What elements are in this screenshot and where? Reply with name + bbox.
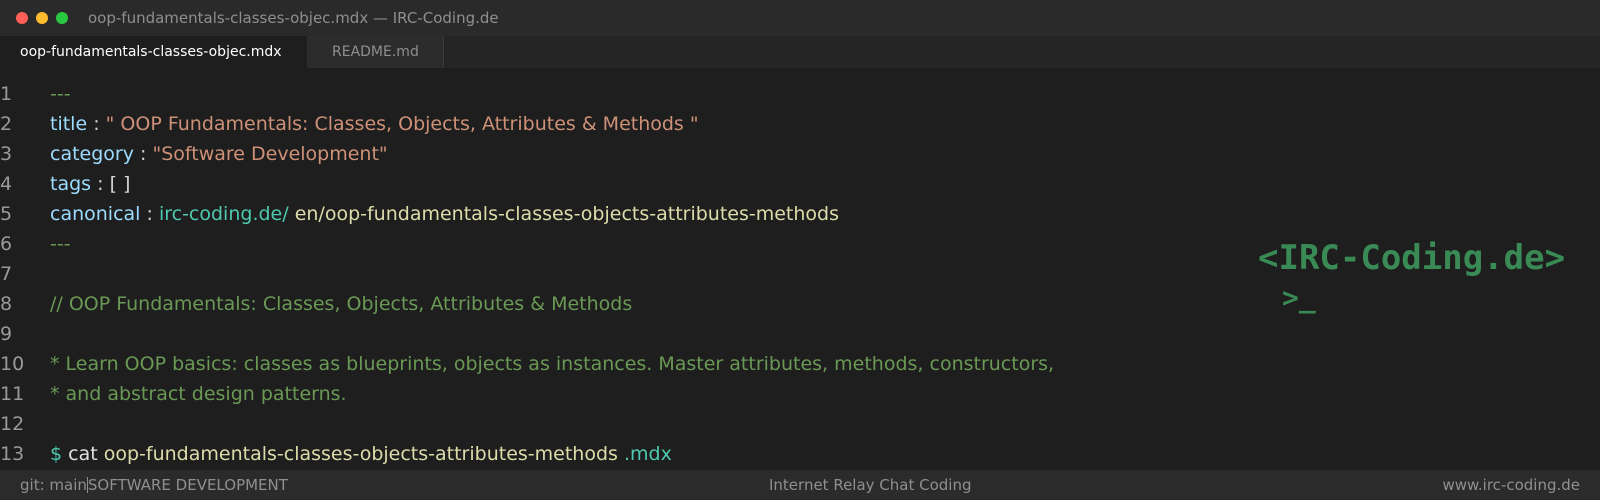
canonical-path: en/oop-fundamentals-classes-objects-attr… — [294, 203, 839, 225]
git-branch[interactable]: git: main — [20, 476, 87, 494]
separator: : — [93, 113, 100, 135]
tags-key: tags — [50, 173, 92, 195]
comment-line: // OOP Fundamentals: Classes, Objects, A… — [50, 293, 633, 315]
line-number: 8 — [0, 293, 13, 315]
status-category: SOFTWARE DEVELOPMENT — [87, 476, 288, 494]
minimize-window-button[interactable] — [36, 12, 48, 24]
description-line-1: * Learn OOP basics: classes as blueprint… — [50, 353, 1055, 375]
canonical-domain: irc-coding.de/ — [158, 203, 289, 225]
description-line-2: * and abstract design patterns. — [50, 383, 347, 405]
terminal-cursor-icon: >_ — [1282, 281, 1316, 314]
title-key: title — [50, 113, 88, 135]
tags-value: [ ] — [109, 173, 131, 195]
terminal-extension: .mdx — [623, 443, 672, 465]
line-number: 1 — [0, 83, 13, 105]
line-number: 10 — [0, 353, 25, 375]
terminal-prompt: $ — [50, 443, 63, 465]
tab-bar: oop-fundamentals-classes-objec.mdx READM… — [0, 36, 1600, 68]
canonical-key: canonical — [50, 203, 141, 225]
frontmatter-delimiter: --- — [50, 233, 71, 255]
line-number: 3 — [0, 143, 13, 165]
code-editor[interactable]: 1 --- 2 title : " OOP Fundamentals: Clas… — [0, 68, 1600, 470]
terminal-command: cat — [68, 443, 98, 465]
line-number: 7 — [0, 263, 13, 285]
separator: : — [146, 203, 153, 225]
window-title: oop-fundamentals-classes-objec.mdx — IRC… — [88, 9, 499, 27]
status-bar: git: mainSOFTWARE DEVELOPMENT Internet R… — [0, 470, 1600, 500]
line-number: 4 — [0, 173, 13, 195]
line-number: 9 — [0, 323, 13, 345]
title-value: " OOP Fundamentals: Classes, Objects, At… — [105, 113, 699, 135]
status-left: git: mainSOFTWARE DEVELOPMENT — [20, 470, 288, 500]
frontmatter-delimiter: --- — [50, 83, 71, 105]
line-number: 11 — [0, 383, 25, 405]
title-bar: oop-fundamentals-classes-objec.mdx — IRC… — [0, 0, 1600, 36]
category-value: "Software Development" — [152, 143, 388, 165]
close-window-button[interactable] — [16, 12, 28, 24]
status-website[interactable]: www.irc-coding.de — [1442, 470, 1580, 500]
irc-coding-logo: <IRC-Coding.de> — [1258, 238, 1566, 278]
status-center: Internet Relay Chat Coding — [769, 476, 972, 494]
line-number: 5 — [0, 203, 13, 225]
line-number: 13 — [0, 443, 25, 465]
tab-oop-fundamentals[interactable]: oop-fundamentals-classes-objec.mdx — [0, 36, 308, 68]
line-number: 6 — [0, 233, 13, 255]
category-key: category — [50, 143, 134, 165]
line-number: 2 — [0, 113, 13, 135]
maximize-window-button[interactable] — [56, 12, 68, 24]
terminal-filename: oop-fundamentals-classes-objects-attribu… — [103, 443, 618, 465]
separator: : — [97, 173, 104, 195]
separator: : — [140, 143, 147, 165]
tab-readme[interactable]: README.md — [308, 36, 444, 68]
editor-window: oop-fundamentals-classes-objec.mdx — IRC… — [0, 0, 1600, 500]
line-number: 12 — [0, 413, 25, 435]
